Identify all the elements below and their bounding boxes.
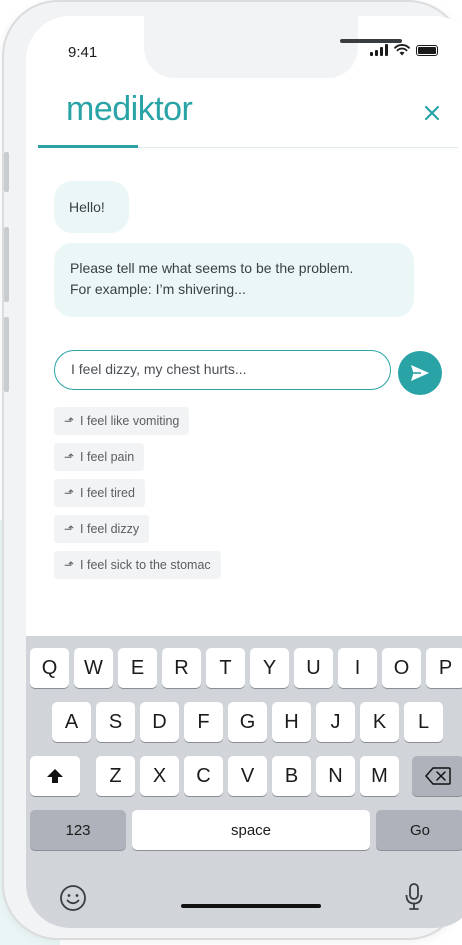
suggestion-chip[interactable]: ⬏ I feel pain — [54, 443, 145, 471]
key-x[interactable]: X — [140, 756, 179, 796]
home-indicator[interactable] — [181, 904, 321, 908]
key-f[interactable]: F — [184, 702, 223, 742]
key-c[interactable]: C — [184, 756, 223, 796]
suggestion-arrow-icon: ⬏ — [64, 486, 75, 500]
battery-icon — [416, 44, 438, 56]
phone-screen: 9:41 mediktor Hello! Please tell me what… — [26, 16, 462, 928]
key-m[interactable]: M — [360, 756, 399, 796]
key-p[interactable]: P — [426, 648, 462, 688]
wifi-icon — [394, 44, 410, 56]
key-l[interactable]: L — [404, 702, 443, 742]
key-h[interactable]: H — [272, 702, 311, 742]
key-n[interactable]: N — [316, 756, 355, 796]
go-key[interactable]: Go — [376, 810, 462, 850]
backspace-key[interactable] — [412, 756, 462, 796]
suggestion-chip[interactable]: ⬏ I feel sick to the stomac — [54, 551, 221, 579]
symptom-input[interactable]: I feel dizzy, my chest hurts... — [54, 350, 391, 390]
key-r[interactable]: R — [162, 648, 201, 688]
volume-up-button — [4, 227, 9, 302]
status-icons — [370, 44, 438, 56]
numbers-key[interactable]: 123 — [30, 810, 126, 850]
key-w[interactable]: W — [74, 648, 113, 688]
suggestion-label: I feel like vomiting — [80, 414, 180, 428]
key-k[interactable]: K — [360, 702, 399, 742]
key-i[interactable]: I — [338, 648, 377, 688]
key-v[interactable]: V — [228, 756, 267, 796]
key-g[interactable]: G — [228, 702, 267, 742]
shift-key[interactable] — [30, 756, 80, 796]
signal-icon — [370, 44, 388, 56]
chat-bubble-greeting: Hello! — [54, 181, 129, 233]
chat-bubble-prompt: Please tell me what seems to be the prob… — [54, 243, 414, 317]
close-icon[interactable] — [419, 100, 445, 126]
speaker — [340, 39, 402, 43]
key-b[interactable]: B — [272, 756, 311, 796]
key-s[interactable]: S — [96, 702, 135, 742]
key-u[interactable]: U — [294, 648, 333, 688]
message-text: Hello! — [69, 199, 105, 215]
suggestion-arrow-icon: ⬏ — [64, 522, 75, 536]
shift-icon — [47, 769, 63, 783]
notch — [144, 16, 402, 78]
status-time: 9:41 — [68, 44, 98, 61]
space-key[interactable]: space — [132, 810, 370, 850]
suggestion-label: I feel sick to the stomac — [80, 558, 211, 572]
microphone-icon[interactable] — [404, 882, 424, 912]
key-t[interactable]: T — [206, 648, 245, 688]
key-d[interactable]: D — [140, 702, 179, 742]
suggestion-chip[interactable]: ⬏ I feel like vomiting — [54, 407, 190, 435]
key-j[interactable]: J — [316, 702, 355, 742]
emoji-icon[interactable] — [59, 884, 87, 912]
header-accent-line — [38, 145, 138, 148]
volume-down-button — [4, 317, 9, 392]
message-text-line1: Please tell me what seems to be the prob… — [70, 260, 354, 276]
message-text-line2: For example: I’m shivering... — [70, 281, 246, 297]
app-logo: mediktor — [66, 90, 193, 128]
keyboard: Q W E R T Y U I O P A S D F G H J K L Z … — [26, 636, 462, 928]
phone-frame: 9:41 mediktor Hello! Please tell me what… — [2, 0, 462, 940]
key-q[interactable]: Q — [30, 648, 69, 688]
send-button[interactable] — [398, 351, 442, 395]
backspace-icon — [425, 767, 451, 785]
suggestion-chip[interactable]: ⬏ I feel dizzy — [54, 515, 150, 543]
key-z[interactable]: Z — [96, 756, 135, 796]
suggestion-label: I feel pain — [80, 450, 135, 464]
key-y[interactable]: Y — [250, 648, 289, 688]
send-icon — [411, 365, 429, 381]
key-a[interactable]: A — [52, 702, 91, 742]
suggestion-chip[interactable]: ⬏ I feel tired — [54, 479, 145, 507]
key-e[interactable]: E — [118, 648, 157, 688]
suggestion-arrow-icon: ⬏ — [64, 558, 75, 572]
key-o[interactable]: O — [382, 648, 421, 688]
suggestion-arrow-icon: ⬏ — [64, 450, 75, 464]
suggestion-arrow-icon: ⬏ — [64, 414, 75, 428]
suggestion-label: I feel tired — [80, 486, 135, 500]
mute-switch — [4, 152, 9, 192]
suggestion-label: I feel dizzy — [80, 522, 140, 536]
